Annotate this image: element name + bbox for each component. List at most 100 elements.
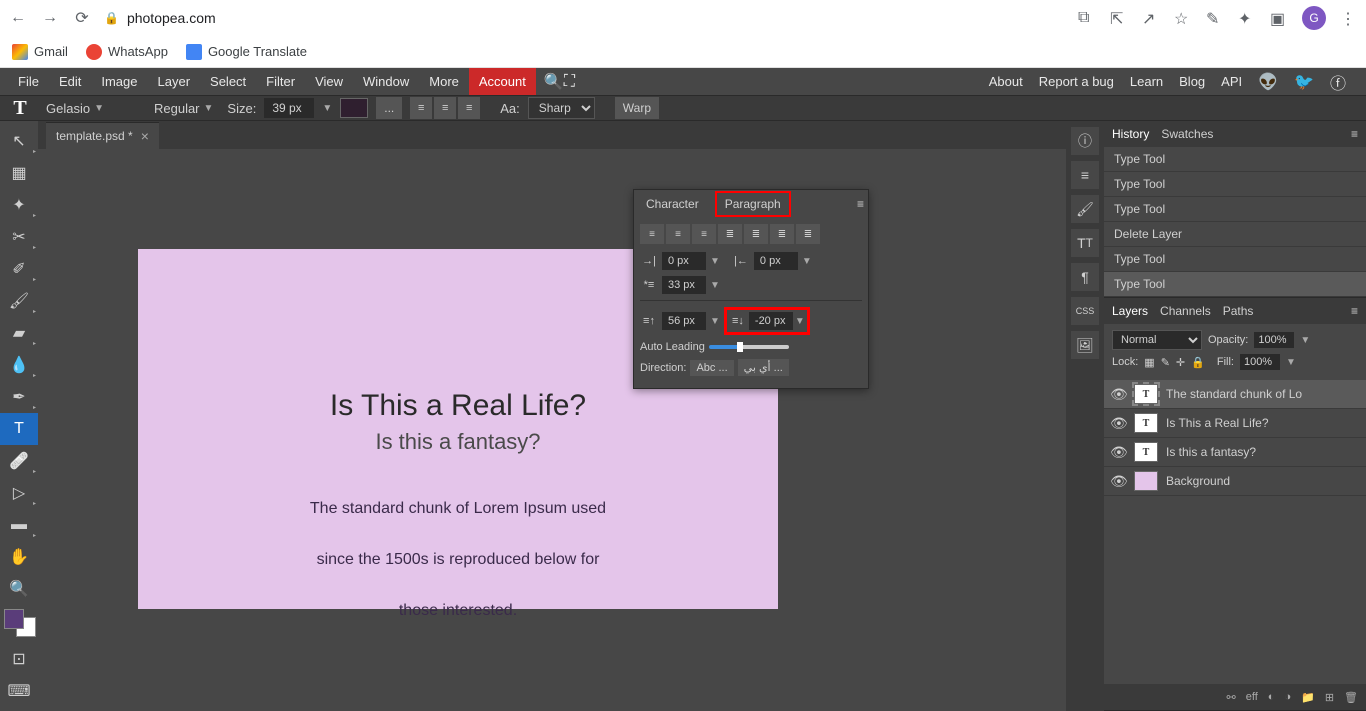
menu-file[interactable]: File	[8, 68, 49, 95]
panel-menu-icon[interactable]: ≡	[857, 197, 864, 211]
reload-button[interactable]: ⟳	[72, 8, 92, 28]
tab-channels[interactable]: Channels	[1160, 304, 1211, 318]
direction-rtl-button[interactable]: أي بي ...	[738, 359, 789, 376]
antialias-select[interactable]: Sharp	[528, 97, 595, 119]
lock-paint-icon[interactable]: ✎	[1161, 356, 1170, 369]
link-blog[interactable]: Blog	[1179, 74, 1205, 89]
eyedropper-tool[interactable]: ✐▸	[0, 253, 38, 285]
menu-image[interactable]: Image	[91, 68, 147, 95]
path-select-tool[interactable]: ▷▸	[0, 477, 38, 509]
chevron-down-icon[interactable]: ▼	[710, 280, 720, 291]
adjustment-icon[interactable]: ◑	[1284, 691, 1291, 703]
panel-menu-icon[interactable]: ≡	[1351, 304, 1358, 318]
space-after-input[interactable]	[749, 312, 793, 330]
canvas-para-1[interactable]: The standard chunk of Lorem Ipsum used	[178, 483, 738, 534]
brush-tool[interactable]: 🖌▸	[0, 285, 38, 317]
menu-edit[interactable]: Edit	[49, 68, 91, 95]
fill-input[interactable]	[1240, 354, 1280, 370]
bookmark-whatsapp[interactable]: WhatsApp	[86, 44, 168, 60]
history-item[interactable]: Type Tool	[1104, 172, 1366, 197]
tab-history[interactable]: History	[1112, 127, 1149, 141]
zoom-tool[interactable]: 🔍	[0, 573, 38, 605]
paragraph-panel-icon[interactable]: ¶	[1071, 263, 1099, 291]
menu-account[interactable]: Account	[469, 68, 536, 95]
justify-full-right-icon[interactable]: ≣	[770, 224, 794, 244]
mask-icon[interactable]: ◐	[1268, 691, 1275, 703]
blur-tool[interactable]: 💧▸	[0, 349, 38, 381]
layer-thumb[interactable]: T	[1134, 413, 1158, 433]
font-style-select[interactable]: Regular ▼	[148, 99, 219, 118]
back-button[interactable]: ←	[8, 8, 28, 28]
link-about[interactable]: About	[989, 74, 1023, 89]
menu-view[interactable]: View	[305, 68, 353, 95]
blend-mode-select[interactable]: Normal	[1112, 330, 1202, 350]
eye-icon[interactable]: 👁	[1110, 444, 1126, 461]
justify-full-left-icon[interactable]: ≣	[718, 224, 742, 244]
align-right-icon[interactable]: ≡	[458, 97, 480, 119]
indent-first-input[interactable]	[662, 276, 706, 294]
layer-thumb[interactable]	[1134, 471, 1158, 491]
indent-left-input[interactable]	[662, 252, 706, 270]
chevron-down-icon[interactable]: ▼	[802, 256, 812, 267]
auto-leading-slider[interactable]	[709, 345, 789, 349]
text-color-swatch[interactable]	[340, 98, 368, 118]
healing-tool[interactable]: 🩹▸	[0, 445, 38, 477]
canvas-heading-2[interactable]: Is this a fantasy?	[178, 429, 738, 455]
more-options-button[interactable]: ...	[376, 97, 402, 119]
eye-icon[interactable]: 👁	[1110, 386, 1126, 403]
tab-paragraph[interactable]: Paragraph	[715, 191, 791, 217]
hand-tool[interactable]: ✋	[0, 541, 38, 573]
direction-ltr-button[interactable]: Abc ...	[690, 360, 733, 376]
eye-icon[interactable]: 👁	[1110, 415, 1126, 432]
layer-item[interactable]: 👁 T Is this a fantasy?	[1104, 438, 1366, 467]
search-icon[interactable]: 🔍	[544, 72, 564, 92]
character-panel-icon[interactable]: TT	[1071, 229, 1099, 257]
profile-avatar[interactable]: G	[1302, 6, 1326, 30]
tab-swatches[interactable]: Swatches	[1161, 127, 1213, 141]
info-icon[interactable]: ⓘ	[1071, 127, 1099, 155]
panel-menu-icon[interactable]: ≡	[1351, 127, 1358, 141]
link-report[interactable]: Report a bug	[1039, 74, 1114, 89]
chevron-down-icon[interactable]: ▼	[1286, 357, 1296, 368]
puzzle-icon[interactable]: ✦	[1238, 9, 1256, 27]
marquee-tool[interactable]: ▦	[0, 157, 38, 189]
folder-icon[interactable]: 📁	[1301, 691, 1315, 704]
share-icon[interactable]: ↗	[1142, 9, 1160, 27]
move-tool[interactable]: ↖▸	[0, 125, 38, 157]
reddit-icon[interactable]: 👽	[1258, 72, 1278, 92]
fx-button[interactable]: eff	[1246, 691, 1258, 703]
align-left-icon[interactable]: ≡	[410, 97, 432, 119]
brush-panel-icon[interactable]: 🖌	[1071, 195, 1099, 223]
css-panel-icon[interactable]: CSS	[1071, 297, 1099, 325]
layer-thumb[interactable]: T	[1134, 442, 1158, 462]
delete-layer-icon[interactable]: 🗑	[1344, 691, 1358, 704]
color-picker[interactable]	[4, 609, 36, 637]
warp-button[interactable]: Warp	[615, 97, 659, 119]
lock-all-icon[interactable]: 🔒	[1191, 356, 1205, 369]
canvas-heading-1[interactable]: Is This a Real Life?	[178, 389, 738, 423]
font-family-select[interactable]: Gelasio ▼	[40, 99, 110, 118]
menu-icon[interactable]: ⋮	[1340, 9, 1358, 27]
justify-left-icon[interactable]: ≡	[640, 224, 664, 244]
menu-more[interactable]: More	[419, 68, 469, 95]
menu-filter[interactable]: Filter	[256, 68, 305, 95]
chevron-down-icon[interactable]: ▼	[710, 316, 720, 327]
panel-icon[interactable]: ▣	[1270, 9, 1288, 27]
new-layer-icon[interactable]: ⊞	[1325, 691, 1334, 704]
tab-paths[interactable]: Paths	[1223, 304, 1254, 318]
chevron-down-icon[interactable]: ▼	[1300, 335, 1310, 346]
lock-move-icon[interactable]: ✛	[1176, 356, 1185, 369]
shape-tool[interactable]: ▬▸	[0, 509, 38, 541]
layer-thumb[interactable]: T	[1134, 384, 1158, 404]
history-item[interactable]: Type Tool	[1104, 247, 1366, 272]
canvas-para-2[interactable]: since the 1500s is reproduced below for	[178, 534, 738, 585]
close-tab-icon[interactable]: ×	[141, 128, 149, 144]
justify-center-icon[interactable]: ≡	[666, 224, 690, 244]
space-before-input[interactable]	[662, 312, 706, 330]
link-learn[interactable]: Learn	[1130, 74, 1163, 89]
tab-layers[interactable]: Layers	[1112, 304, 1148, 318]
bookmark-gmail[interactable]: Gmail	[12, 44, 68, 60]
align-center-icon[interactable]: ≡	[434, 97, 456, 119]
link-api[interactable]: API	[1221, 74, 1242, 89]
justify-full-center-icon[interactable]: ≣	[744, 224, 768, 244]
